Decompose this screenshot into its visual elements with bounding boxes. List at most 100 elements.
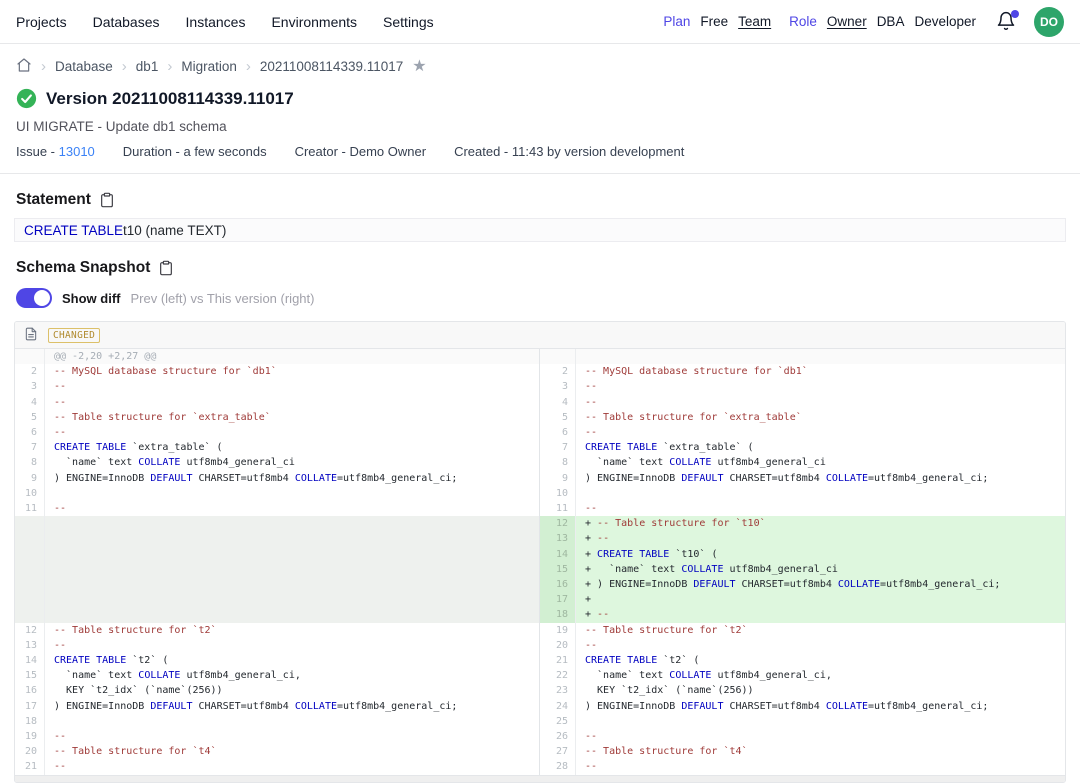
page-title: Version 20211008114339.11017 bbox=[46, 89, 294, 109]
hunk-header: @@ -2,20 +2,27 @@ bbox=[45, 349, 539, 364]
changed-badge: CHANGED bbox=[48, 328, 100, 343]
breadcrumb: ›Database›db1›Migration›20211008114339.1… bbox=[0, 44, 1080, 76]
line-number: 5 bbox=[539, 410, 576, 425]
nav-item-instances[interactable]: Instances bbox=[186, 14, 246, 30]
diff-row: 1010 bbox=[15, 486, 1065, 501]
line-number: 9 bbox=[539, 471, 576, 486]
code-line: -- MySQL database structure for `db1` bbox=[45, 364, 539, 379]
gap-code bbox=[45, 531, 539, 546]
code-line: -- bbox=[45, 729, 539, 744]
code-line: ) ENGINE=InnoDB DEFAULT CHARSET=utf8mb4 … bbox=[45, 471, 539, 486]
gap-gutter bbox=[15, 516, 45, 531]
code-line: `name` text COLLATE utf8mb4_general_ci bbox=[576, 455, 1065, 470]
code-line: CREATE TABLE `extra_table` ( bbox=[45, 440, 539, 455]
show-diff-hint: Prev (left) vs This version (right) bbox=[131, 291, 315, 306]
code-line: ) ENGINE=InnoDB DEFAULT CHARSET=utf8mb4 … bbox=[576, 699, 1065, 714]
diff-row: 21--28-- bbox=[15, 759, 1065, 774]
diff-row: 13+ -- bbox=[15, 531, 1065, 546]
copy-statement-icon[interactable] bbox=[99, 192, 115, 208]
code-line: + `name` text COLLATE utf8mb4_general_ci bbox=[576, 562, 1065, 577]
breadcrumb-item[interactable]: Database bbox=[55, 59, 113, 74]
diff-body[interactable]: @@ -2,20 +2,27 @@2-- MySQL database stru… bbox=[15, 349, 1065, 775]
line-number: 26 bbox=[539, 729, 576, 744]
role-dba[interactable]: DBA bbox=[877, 14, 905, 29]
line-number: 20 bbox=[539, 638, 576, 653]
diff-header: CHANGED bbox=[15, 322, 1065, 349]
line-number bbox=[15, 349, 45, 364]
nav-item-databases[interactable]: Databases bbox=[93, 14, 160, 30]
code-line: CREATE TABLE `t2` ( bbox=[45, 653, 539, 668]
hunk-header bbox=[576, 349, 1065, 364]
plan-free[interactable]: Free bbox=[700, 14, 728, 29]
plan-team-link[interactable]: Team bbox=[738, 14, 771, 29]
role-developer[interactable]: Developer bbox=[914, 14, 976, 29]
breadcrumb-item[interactable]: Migration bbox=[181, 59, 237, 74]
show-diff-toggle[interactable] bbox=[16, 288, 52, 308]
line-number: 25 bbox=[539, 714, 576, 729]
line-number: 9 bbox=[15, 471, 45, 486]
diff-row: 13--20-- bbox=[15, 638, 1065, 653]
line-number: 16 bbox=[15, 683, 45, 698]
notification-dot bbox=[1011, 10, 1019, 18]
breadcrumb-item[interactable]: 20211008114339.11017 bbox=[260, 59, 403, 74]
star-icon[interactable]: ★ bbox=[412, 59, 426, 75]
home-icon[interactable] bbox=[16, 57, 32, 76]
show-diff-label: Show diff bbox=[62, 291, 121, 306]
line-number: 2 bbox=[15, 364, 45, 379]
gap-gutter bbox=[15, 592, 45, 607]
role-label[interactable]: Role bbox=[789, 14, 817, 29]
diff-row: 19--26-- bbox=[15, 729, 1065, 744]
diff-row: 12-- Table structure for `t2`19-- Table … bbox=[15, 623, 1065, 638]
code-line: + ) ENGINE=InnoDB DEFAULT CHARSET=utf8mb… bbox=[576, 577, 1065, 592]
gap-code bbox=[45, 592, 539, 607]
code-line: KEY `t2_idx` (`name`(256)) bbox=[45, 683, 539, 698]
issue-link[interactable]: 13010 bbox=[59, 144, 95, 159]
nav-item-settings[interactable]: Settings bbox=[383, 14, 434, 30]
gap-gutter bbox=[15, 562, 45, 577]
line-number: 8 bbox=[539, 455, 576, 470]
line-number: 22 bbox=[539, 668, 576, 683]
role-owner-link[interactable]: Owner bbox=[827, 14, 867, 29]
avatar[interactable]: DO bbox=[1034, 7, 1064, 37]
code-line: -- bbox=[45, 379, 539, 394]
code-line: -- bbox=[576, 395, 1065, 410]
plan-label[interactable]: Plan bbox=[663, 14, 690, 29]
statement-code[interactable]: CREATE TABLE t10 (name TEXT) bbox=[14, 218, 1066, 242]
copy-snapshot-icon[interactable] bbox=[158, 260, 174, 276]
line-number: 12 bbox=[15, 623, 45, 638]
code-line: -- bbox=[45, 501, 539, 516]
line-number: 13 bbox=[539, 531, 576, 546]
line-number: 27 bbox=[539, 744, 576, 759]
version-meta: Issue - 13010Duration - a few secondsCre… bbox=[16, 144, 1064, 159]
line-number: 24 bbox=[539, 699, 576, 714]
diff-row: 20-- Table structure for `t4`27-- Table … bbox=[15, 744, 1065, 759]
nav-item-projects[interactable]: Projects bbox=[16, 14, 67, 30]
diff-row: 16+ ) ENGINE=InnoDB DEFAULT CHARSET=utf8… bbox=[15, 577, 1065, 592]
breadcrumb-item[interactable]: db1 bbox=[136, 59, 159, 74]
version-header: Version 20211008114339.11017 UI MIGRATE … bbox=[0, 76, 1080, 159]
notification-bell-icon[interactable] bbox=[996, 11, 1018, 33]
code-line: + -- bbox=[576, 607, 1065, 622]
diff-row: 8 `name` text COLLATE utf8mb4_general_ci… bbox=[15, 455, 1065, 470]
diff-row: 11--11-- bbox=[15, 501, 1065, 516]
code-line: -- bbox=[45, 395, 539, 410]
code-line: ) ENGINE=InnoDB DEFAULT CHARSET=utf8mb4 … bbox=[576, 471, 1065, 486]
chevron-right-icon: › bbox=[122, 59, 127, 74]
divider bbox=[0, 173, 1080, 174]
nav-item-environments[interactable]: Environments bbox=[271, 14, 357, 30]
line-number: 6 bbox=[15, 425, 45, 440]
meta-item: Issue - 13010 bbox=[16, 144, 95, 159]
meta-item: Creator - Demo Owner bbox=[295, 144, 426, 159]
gap-code bbox=[45, 577, 539, 592]
line-number: 3 bbox=[539, 379, 576, 394]
gap-gutter bbox=[15, 607, 45, 622]
code-line bbox=[576, 486, 1065, 501]
code-line: -- bbox=[576, 425, 1065, 440]
code-line: -- Table structure for `t2` bbox=[45, 623, 539, 638]
code-line: `name` text COLLATE utf8mb4_general_ci, bbox=[45, 668, 539, 683]
line-number: 15 bbox=[15, 668, 45, 683]
diff-hunk-row: @@ -2,20 +2,27 @@ bbox=[15, 349, 1065, 364]
horizontal-scrollbar[interactable] bbox=[15, 775, 1065, 782]
code-line: -- bbox=[576, 638, 1065, 653]
line-number: 7 bbox=[15, 440, 45, 455]
